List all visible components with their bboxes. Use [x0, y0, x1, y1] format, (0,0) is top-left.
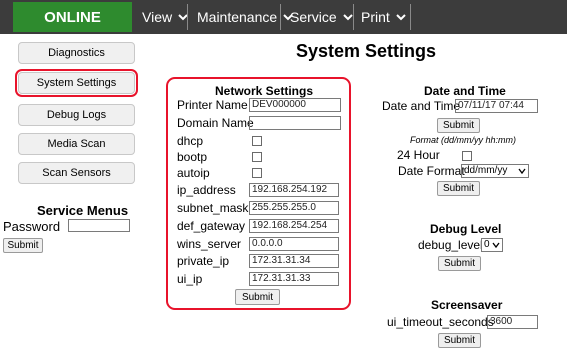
chevron-down-icon	[396, 14, 406, 21]
debug-level-value: 0	[484, 239, 490, 250]
ui-timeout-label: ui_timeout_seconds	[387, 315, 494, 329]
status-badge: ONLINE	[13, 2, 132, 32]
date-format-label: Date Format	[398, 164, 465, 178]
ui-timeout-input[interactable]: 3600	[487, 315, 538, 329]
chevron-down-icon	[342, 14, 353, 21]
subnet-mask-label: subnet_mask	[177, 201, 249, 215]
sidebar-debug-logs-button[interactable]: Debug Logs	[18, 104, 135, 126]
top-nav: ONLINE View Maintenance Service Print	[0, 0, 567, 34]
date-time-label: Date and Time	[382, 99, 461, 113]
network-settings-title: Network Settings	[215, 84, 314, 98]
password-input[interactable]	[68, 219, 130, 232]
date-format-select[interactable]: dd/mm/yy	[461, 164, 529, 178]
date-format-value: dd/mm/yy	[464, 165, 508, 176]
wins-server-input[interactable]: 0.0.0.0	[249, 237, 339, 251]
sidebar-media-scan-button[interactable]: Media Scan	[18, 133, 135, 155]
ui-ip-input[interactable]: 172.31.31.33	[249, 272, 339, 286]
sidebar-scan-sensors-button[interactable]: Scan Sensors	[18, 162, 135, 184]
autoip-checkbox[interactable]	[252, 168, 262, 178]
hour24-label: 24 Hour	[397, 148, 440, 162]
date-time-title: Date and Time	[424, 84, 506, 98]
bootp-checkbox[interactable]	[252, 152, 262, 162]
date-time-input[interactable]: 07/11/17 07:44	[455, 99, 538, 113]
date-format-submit-button[interactable]: Submit	[437, 181, 480, 196]
network-submit-button[interactable]: Submit	[235, 289, 280, 305]
menu-separator	[187, 4, 188, 30]
menu-view-label: View	[142, 9, 173, 25]
ui-ip-label: ui_ip	[177, 272, 203, 286]
autoip-label: autoip	[177, 166, 210, 180]
screensaver-submit-button[interactable]: Submit	[438, 333, 481, 348]
page-title: System Settings	[296, 41, 437, 61]
menu-maintenance-label: Maintenance	[197, 9, 278, 25]
service-menus-title: Service Menus	[37, 203, 129, 218]
menu-print-label: Print	[361, 9, 390, 25]
chevron-down-icon	[518, 168, 526, 175]
menu-separator	[353, 4, 354, 30]
dhcp-label: dhcp	[177, 134, 204, 148]
menu-service[interactable]: Service	[290, 0, 354, 34]
def-gateway-label: def_gateway	[177, 219, 246, 233]
format-hint: Format (dd/mm/yy hh:mm)	[410, 135, 517, 145]
hour24-checkbox[interactable]	[462, 151, 472, 161]
private-ip-input[interactable]: 172.31.31.34	[249, 254, 339, 268]
private-ip-label: private_ip	[177, 254, 230, 268]
chevron-down-icon	[492, 242, 500, 249]
ip-address-input[interactable]: 192.168.254.192	[249, 183, 339, 197]
screensaver-title: Screensaver	[431, 298, 503, 312]
menu-separator	[410, 4, 411, 30]
domain-name-label: Domain Name	[177, 116, 254, 130]
date-time-submit-button[interactable]: Submit	[437, 118, 480, 133]
menu-separator	[280, 4, 281, 30]
debug-level-label: debug_level	[418, 238, 483, 252]
sidebar-diagnostics-button[interactable]: Diagnostics	[18, 42, 135, 64]
domain-name-input[interactable]	[249, 116, 341, 130]
dhcp-checkbox[interactable]	[252, 136, 262, 146]
menu-service-label: Service	[290, 9, 337, 25]
debug-level-select[interactable]: 0	[481, 238, 503, 252]
subnet-mask-input[interactable]: 255.255.255.0	[249, 201, 339, 215]
password-submit-button[interactable]: Submit	[3, 238, 43, 253]
menu-print[interactable]: Print	[361, 0, 407, 34]
menu-view[interactable]: View	[142, 0, 189, 34]
active-highlight	[15, 69, 138, 97]
debug-level-submit-button[interactable]: Submit	[438, 256, 481, 271]
debug-level-title: Debug Level	[430, 222, 502, 236]
printer-name-label: Printer Name	[177, 98, 248, 112]
password-label: Password	[3, 219, 61, 234]
bootp-label: bootp	[177, 150, 208, 164]
printer-name-input[interactable]: DEV000000	[249, 98, 341, 112]
ip-address-label: ip_address	[177, 183, 236, 197]
wins-server-label: wins_server	[177, 237, 242, 251]
def-gateway-input[interactable]: 192.168.254.254	[249, 219, 339, 233]
